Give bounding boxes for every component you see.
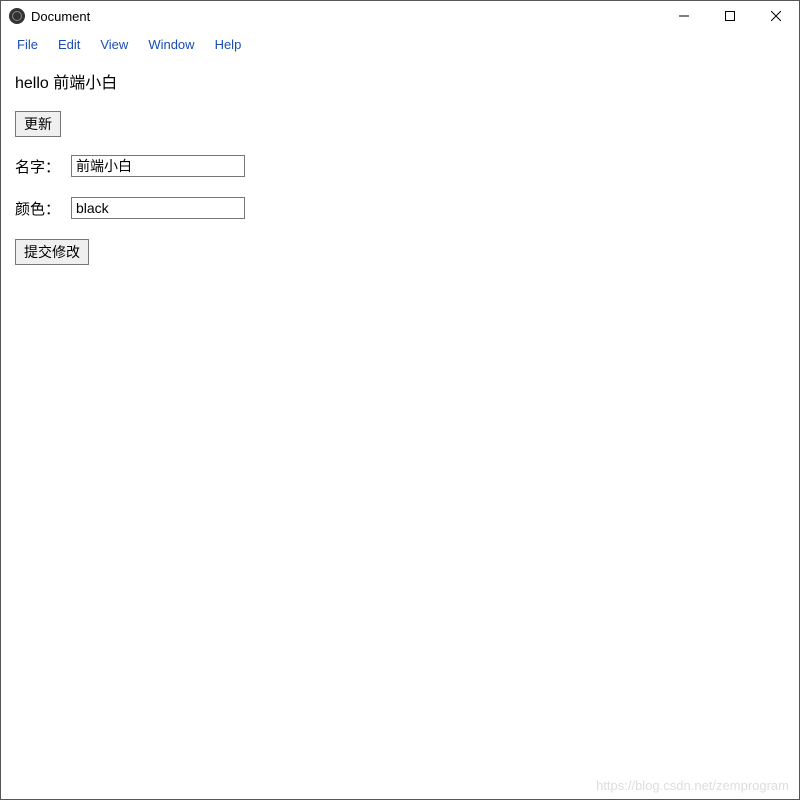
menu-file[interactable]: File bbox=[7, 34, 48, 55]
greeting-text: hello 前端小白 bbox=[15, 69, 785, 93]
name-label: 名字： bbox=[15, 156, 71, 177]
submit-button[interactable]: 提交修改 bbox=[15, 239, 89, 265]
color-label: 颜色： bbox=[15, 198, 71, 219]
close-button[interactable] bbox=[753, 1, 799, 31]
menu-window[interactable]: Window bbox=[138, 34, 204, 55]
window-title: Document bbox=[31, 9, 90, 24]
menu-view[interactable]: View bbox=[90, 34, 138, 55]
name-input[interactable] bbox=[71, 155, 245, 177]
content-area: hello 前端小白 更新 名字： 颜色： 提交修改 https://blog.… bbox=[1, 57, 799, 799]
window-controls bbox=[661, 1, 799, 31]
minimize-button[interactable] bbox=[661, 1, 707, 31]
maximize-button[interactable] bbox=[707, 1, 753, 31]
name-row: 名字： bbox=[15, 155, 785, 177]
app-window: Document File Edit View Window Help hell… bbox=[0, 0, 800, 800]
color-row: 颜色： bbox=[15, 197, 785, 219]
minimize-icon bbox=[679, 11, 689, 21]
titlebar: Document bbox=[1, 1, 799, 31]
color-input[interactable] bbox=[71, 197, 245, 219]
maximize-icon bbox=[725, 11, 735, 21]
menu-edit[interactable]: Edit bbox=[48, 34, 90, 55]
titlebar-left: Document bbox=[9, 8, 90, 24]
menu-help[interactable]: Help bbox=[205, 34, 252, 55]
menubar: File Edit View Window Help bbox=[1, 31, 799, 57]
watermark-text: https://blog.csdn.net/zemprogram bbox=[596, 778, 789, 793]
update-button[interactable]: 更新 bbox=[15, 111, 61, 137]
close-icon bbox=[771, 11, 781, 21]
app-icon bbox=[9, 8, 25, 24]
